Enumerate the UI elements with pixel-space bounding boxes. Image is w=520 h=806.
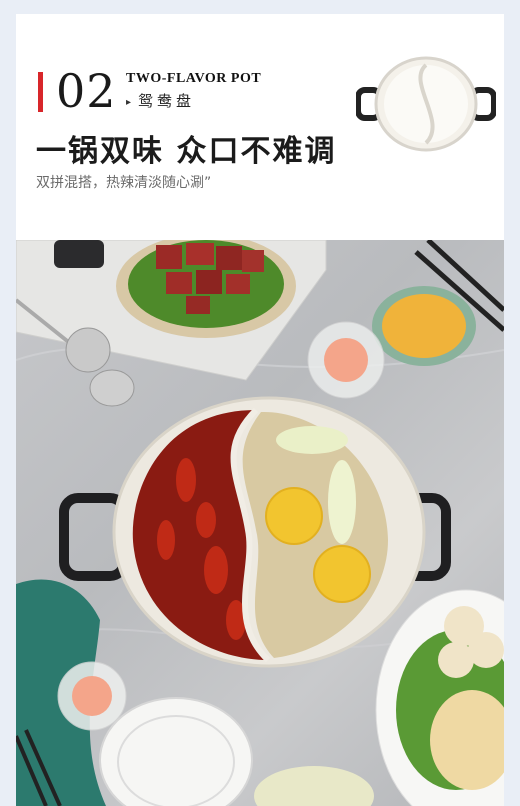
arrow-icon: ▸ <box>126 97 132 108</box>
title-en: TWO-FLAVOR POT <box>126 71 262 86</box>
header-card: 02 TWO-FLAVOR POT ▸ 鸳鸯盘 一锅双味 众口不难调 双拼混搭，… <box>16 14 504 240</box>
product-photo <box>16 240 504 806</box>
title-cn: 鸳鸯盘 <box>138 92 196 110</box>
two-flavor-pot-icon <box>356 56 496 152</box>
tagline: 双拼混搭，热辣清淡随心涮” <box>36 175 212 191</box>
headline: 一锅双味 众口不难调 <box>36 134 337 169</box>
section-number: 02 <box>56 64 117 118</box>
accent-bar <box>38 72 43 112</box>
